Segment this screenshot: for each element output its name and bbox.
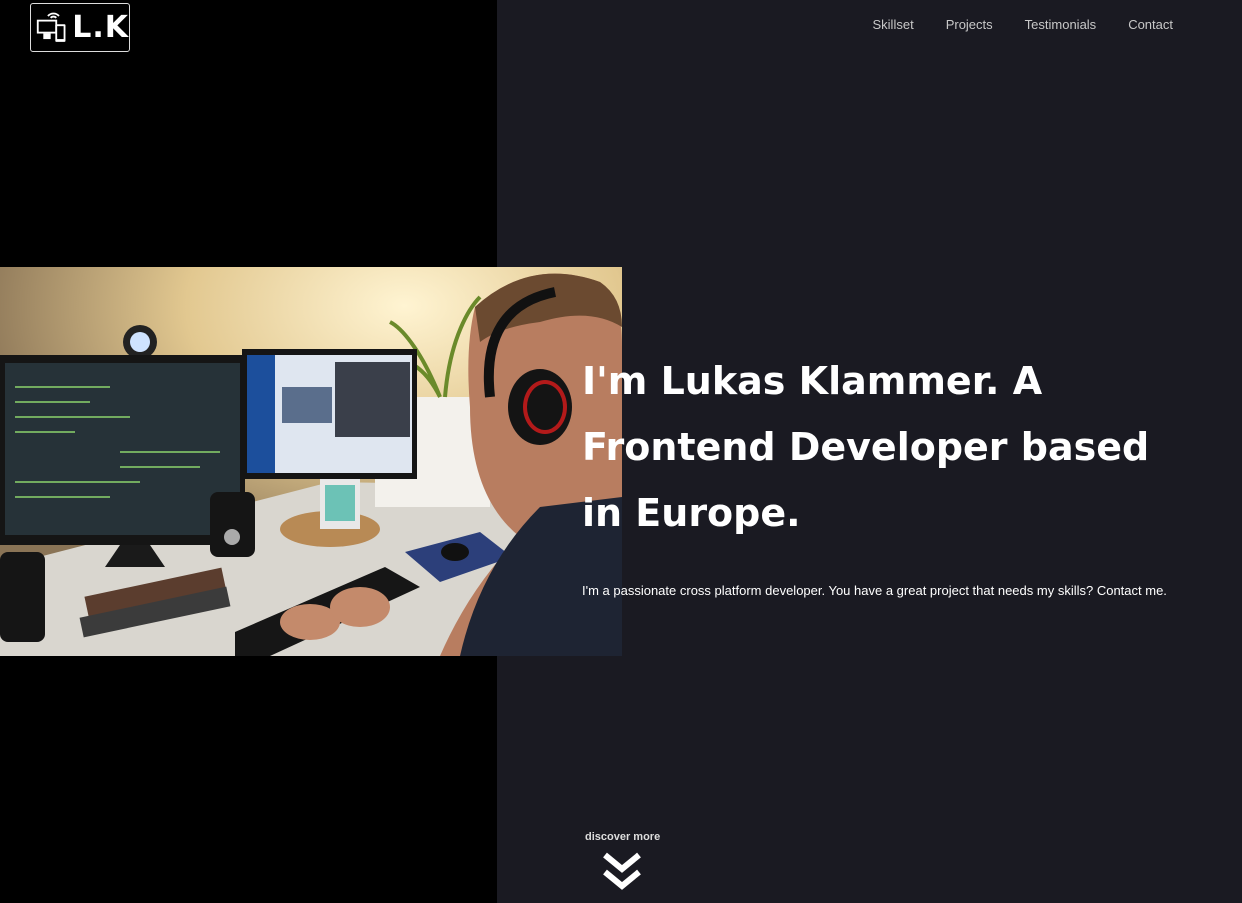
nav-skillset[interactable]: Skillset xyxy=(873,17,914,32)
double-chevron-down-icon xyxy=(603,852,641,890)
main-nav: Skillset Projects Testimonials Contact xyxy=(873,17,1174,32)
logo[interactable]: L.K xyxy=(30,3,130,52)
nav-contact[interactable]: Contact xyxy=(1128,17,1173,32)
nav-testimonials[interactable]: Testimonials xyxy=(1025,17,1097,32)
logo-text: L.K xyxy=(72,10,129,45)
devices-icon xyxy=(36,12,66,42)
hero-subtitle: I'm a passionate cross platform develope… xyxy=(582,583,1167,598)
discover-more-label: discover more xyxy=(585,831,661,843)
developer-at-desk-photo xyxy=(0,267,622,656)
nav-projects[interactable]: Projects xyxy=(946,17,993,32)
hero-title: I'm Lukas Klammer. A Frontend Developer … xyxy=(582,359,1150,535)
